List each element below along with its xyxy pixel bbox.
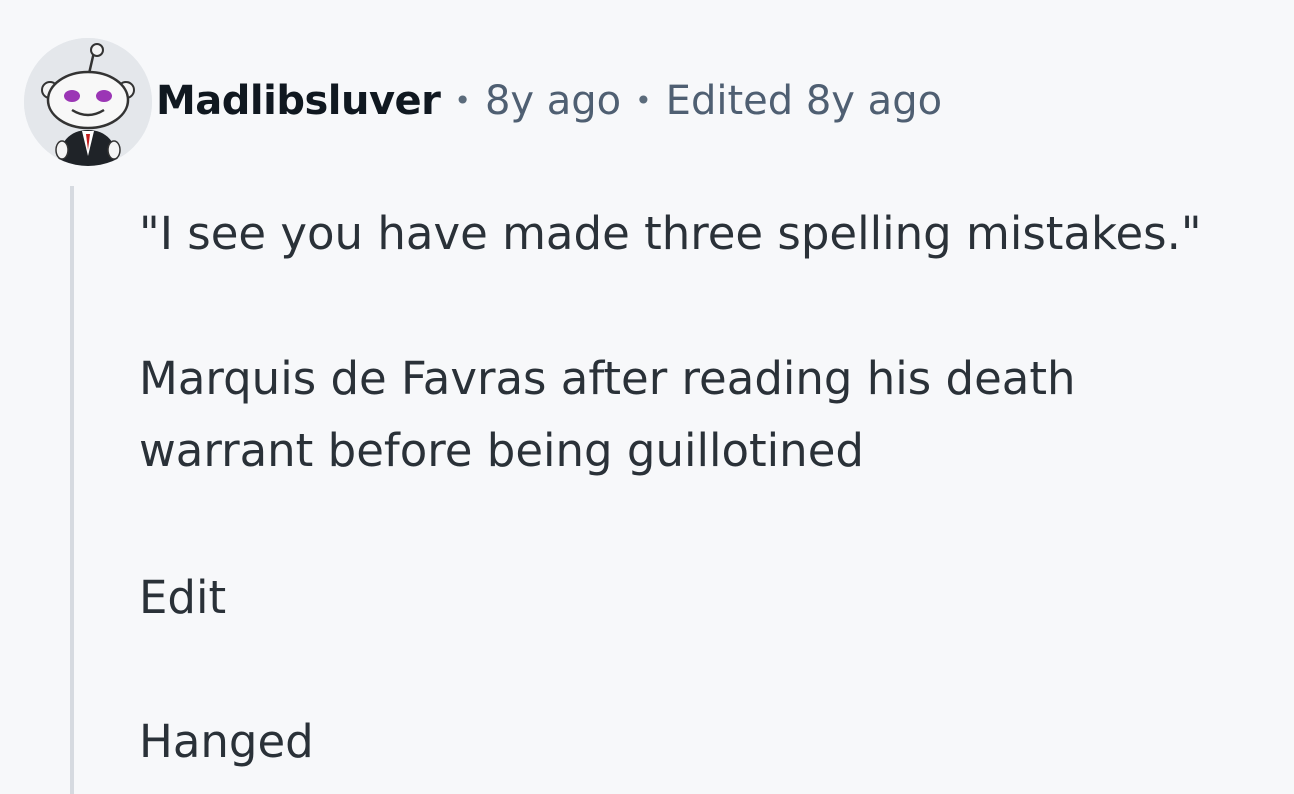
comment-paragraph: Marquis de Favras after reading his deat… xyxy=(139,352,1076,477)
comment-timestamp[interactable]: 8y ago xyxy=(485,76,621,126)
comment: Madlibsluver • 8y ago • Edited 8y ago "I… xyxy=(0,0,1294,794)
comment-meta: Madlibsluver • 8y ago • Edited 8y ago xyxy=(156,76,942,126)
meta-separator: • xyxy=(635,84,652,117)
username-link[interactable]: Madlibsluver xyxy=(156,76,441,126)
comment-paragraph: "I see you have made three spelling mist… xyxy=(139,207,1202,260)
comment-paragraph: Edit xyxy=(139,571,227,624)
user-avatar[interactable] xyxy=(24,38,152,166)
edited-timestamp: Edited 8y ago xyxy=(665,78,943,124)
meta-separator: • xyxy=(454,84,471,117)
thread-line[interactable] xyxy=(70,186,74,794)
snoo-avatar-icon xyxy=(24,38,152,166)
comment-paragraph: Hanged xyxy=(139,715,314,768)
